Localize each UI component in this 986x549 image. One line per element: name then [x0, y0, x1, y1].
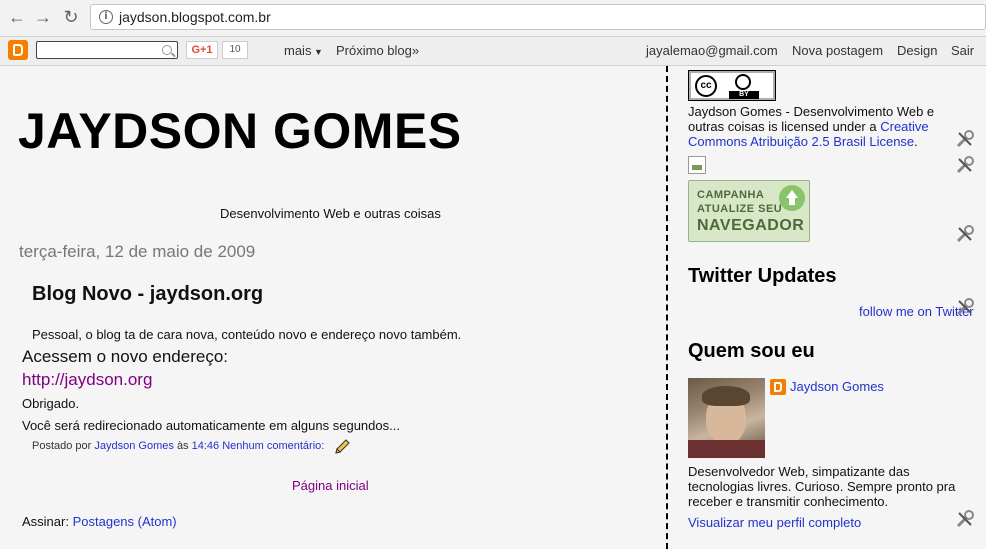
campaign-word-atualize: ATUALIZE SEU	[697, 203, 783, 215]
atom-feed-link[interactable]: Postagens (Atom)	[73, 514, 177, 529]
profile-shirt	[688, 440, 765, 458]
reload-icon[interactable]: ↻	[62, 8, 80, 26]
post-time-link[interactable]: 14:46	[192, 440, 220, 452]
browser-toolbar: ← → ↻ i jaydson.blogspot.com.br	[0, 0, 986, 37]
wrench-screwdriver-icon[interactable]	[955, 224, 975, 244]
url-text[interactable]: jaydson.blogspot.com.br	[119, 9, 271, 25]
subscribe-section: Assinar: Postagens (Atom)	[22, 514, 177, 529]
blog-title[interactable]: JAYDSON GOMES	[18, 102, 462, 160]
more-label[interactable]: mais	[284, 43, 311, 58]
campaign-line-1: CAMPANHA ATUALIZE SEU	[697, 188, 782, 216]
wrench-screwdriver-icon[interactable]	[955, 509, 975, 529]
info-icon[interactable]: i	[99, 10, 113, 24]
address-bar[interactable]: i jaydson.blogspot.com.br	[90, 4, 986, 30]
post-paragraph-1: Pessoal, o blog ta de cara nova, conteúd…	[32, 327, 462, 342]
post-paragraph-2: Acessem o novo endereço:	[22, 347, 229, 366]
post-paragraph-3: Obrigado.	[22, 396, 80, 411]
new-post-link[interactable]: Nova postagem	[792, 43, 883, 58]
profile-photo[interactable]	[688, 378, 765, 458]
user-email: jayalemao@gmail.com	[646, 43, 778, 58]
license-end: .	[914, 134, 918, 149]
column-divider	[666, 66, 668, 549]
posted-by-label: Postado por	[32, 440, 92, 452]
update-browser-campaign-banner[interactable]: CAMPANHA ATUALIZE SEU NAVEGADOR	[688, 180, 810, 242]
blogger-logo-icon[interactable]	[8, 40, 28, 60]
wrench-screwdriver-icon[interactable]	[955, 129, 975, 149]
subscribe-label: Assinar:	[22, 514, 69, 529]
search-icon[interactable]	[162, 45, 172, 55]
up-arrow-icon	[779, 185, 805, 211]
post-date: terça-feira, 12 de maio de 2009	[19, 242, 256, 261]
wrench-screwdriver-icon[interactable]	[955, 155, 975, 175]
forward-arrow-icon[interactable]: →	[34, 8, 52, 26]
view-full-profile-link[interactable]: Visualizar meu perfil completo	[688, 515, 861, 530]
next-blog-link[interactable]: Próximo blog»	[336, 43, 419, 58]
creative-commons-badge[interactable]: cc BY	[688, 70, 776, 101]
cc-by-label: BY	[729, 91, 759, 99]
blogger-profile-icon	[770, 379, 786, 395]
campaign-word-campanha: CAMPANHA	[697, 189, 765, 201]
campaign-word-navegador: NAVEGADOR	[697, 217, 805, 234]
profile-name-link[interactable]: Jaydson Gomes	[790, 379, 884, 394]
wrench-screwdriver-icon[interactable]	[955, 297, 975, 317]
comments-link[interactable]: Nenhum comentário:	[222, 440, 324, 452]
back-arrow-icon[interactable]: ←	[8, 8, 26, 26]
post-paragraph-4: Você será redirecionado automaticamente …	[22, 418, 400, 433]
cc-badge-inner: cc BY	[691, 73, 773, 99]
twitter-updates-heading: Twitter Updates	[688, 265, 837, 287]
at-label: às	[176, 440, 189, 452]
gplus-count: 10	[222, 41, 248, 59]
home-page-link[interactable]: Página inicial	[292, 478, 369, 493]
post-author-link[interactable]: Jaydson Gomes	[94, 440, 173, 452]
about-description: Desenvolvedor Web, simpatizante das tecn…	[688, 464, 956, 509]
chevron-down-icon: ▼	[311, 47, 323, 57]
edit-pencil-icon[interactable]	[333, 438, 351, 456]
signout-link[interactable]: Sair	[951, 43, 974, 58]
profile-hair	[702, 386, 750, 406]
post-new-site-link[interactable]: http://jaydson.org	[22, 370, 152, 390]
blog-description: Desenvolvimento Web e outras coisas	[220, 206, 441, 221]
gplus-button[interactable]: G+1	[186, 41, 218, 59]
about-me-heading: Quem sou eu	[688, 340, 815, 362]
more-menu[interactable]: mais ▼	[284, 43, 323, 58]
cc-icon: cc	[695, 75, 717, 97]
person-icon	[735, 74, 751, 90]
license-text: Jaydson Gomes - Desenvolvimento Web e ou…	[688, 104, 968, 149]
design-link[interactable]: Design	[897, 43, 937, 58]
blogger-navbar: G+1 10 mais ▼ Próximo blog» jayalemao@gm…	[0, 37, 986, 66]
post-footer: Postado por Jaydson Gomes às 14:46 Nenhu…	[32, 440, 324, 452]
broken-image-icon	[688, 156, 706, 174]
blog-search-input[interactable]	[36, 41, 178, 59]
post-title[interactable]: Blog Novo - jaydson.org	[32, 283, 263, 306]
